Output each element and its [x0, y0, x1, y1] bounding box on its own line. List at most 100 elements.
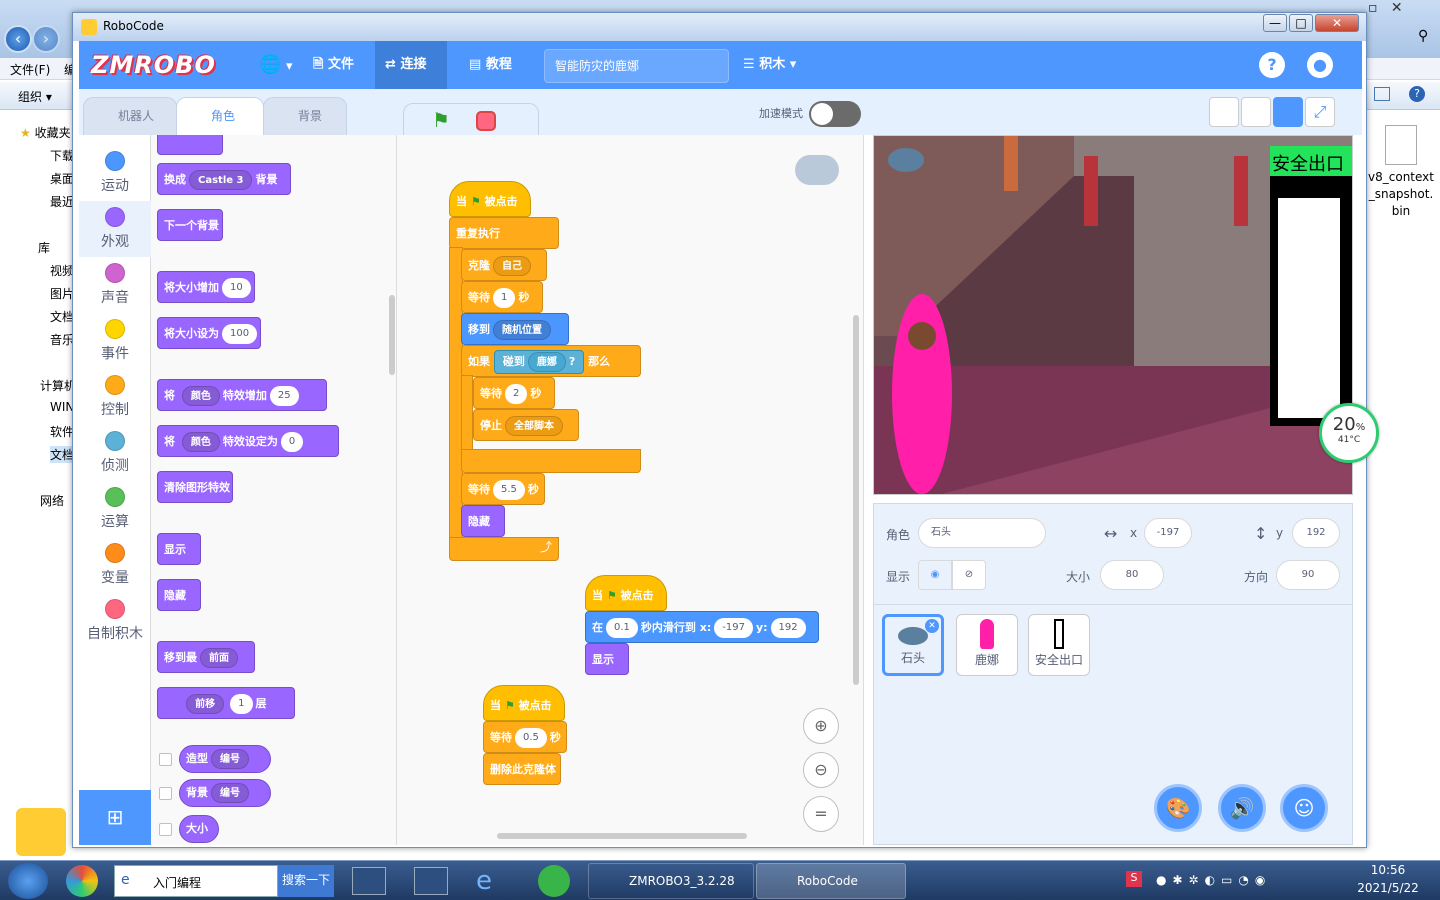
block-stop-all[interactable]: 停止 全部脚本: [473, 409, 579, 441]
paint-backdrop-icon[interactable]: 🎨: [1154, 784, 1202, 832]
nav-drive-d[interactable]: 软件: [50, 423, 74, 440]
forward-button[interactable]: ›: [32, 25, 60, 53]
add-extension-button[interactable]: ⊞: [79, 790, 151, 845]
green-flag-icon[interactable]: ⚑: [432, 108, 450, 132]
nav-network[interactable]: 网络: [40, 492, 64, 509]
show-hidden-icon[interactable]: ⊘: [952, 560, 986, 590]
costume-checkbox[interactable]: [159, 753, 172, 766]
app-launcher-icon[interactable]: [66, 865, 98, 897]
zoom-out-icon[interactable]: ⊖: [803, 752, 839, 788]
update-icon[interactable]: [538, 865, 570, 897]
reporter-size[interactable]: 大小: [179, 815, 219, 843]
nav-libraries[interactable]: 库: [38, 239, 50, 256]
organize-button[interactable]: 组织 ▾: [18, 88, 52, 105]
nav-computer[interactable]: 计算机: [40, 377, 76, 394]
small-stage-button[interactable]: [1209, 97, 1239, 127]
block-partial[interactable]: [157, 135, 223, 155]
sensing-touching[interactable]: 碰到 鹿娜?: [493, 350, 585, 374]
block-show[interactable]: 显示: [585, 643, 629, 675]
category-sensing[interactable]: 侦测: [79, 425, 151, 481]
block-go-layers[interactable]: 前移 1 层: [157, 687, 295, 719]
show-visible-icon[interactable]: ◉: [918, 560, 952, 590]
block-wait-05[interactable]: 等待 0.5 秒: [483, 721, 567, 753]
nav-documents[interactable]: 文档: [50, 308, 74, 325]
sound-icon[interactable]: 🔊: [1218, 784, 1266, 832]
block-hide[interactable]: 隐藏: [461, 505, 505, 537]
y-input[interactable]: 192: [1292, 518, 1340, 548]
block-clone[interactable]: 克隆 自己: [461, 249, 547, 281]
tab-backdrop[interactable]: 背景: [263, 97, 347, 135]
block-goto-random[interactable]: 移到 随机位置: [461, 313, 569, 345]
nav-drive-e[interactable]: 文档: [50, 446, 75, 463]
block-wait-2[interactable]: 等待 2 秒: [473, 377, 555, 409]
tab-robot[interactable]: 机器人: [83, 97, 177, 135]
clock[interactable]: 10:56 2021/5/22: [1352, 863, 1424, 895]
normal-stage-button[interactable]: [1241, 97, 1271, 127]
back-button[interactable]: ‹: [4, 25, 32, 53]
large-stage-button[interactable]: [1273, 97, 1303, 127]
block-clear-effects[interactable]: 清除图形特效: [157, 471, 233, 503]
nav-favorites[interactable]: ★ 收藏夹: [20, 124, 71, 141]
backdrop-dropdown[interactable]: Castle 3: [189, 170, 253, 190]
help-icon[interactable]: ?: [1259, 52, 1285, 78]
script-h-scrollbar[interactable]: [497, 833, 747, 839]
file-item[interactable]: v8_context _snapshot. bin: [1366, 125, 1436, 220]
category-operators[interactable]: 运算: [79, 481, 151, 537]
tab-sprite[interactable]: 角色: [176, 97, 264, 135]
block-set-effect[interactable]: 将 颜色 特效设定为 0: [157, 425, 339, 457]
search-box[interactable]: e 入门编程: [114, 865, 278, 897]
block-set-size[interactable]: 将大小设为 100: [157, 317, 261, 349]
nav-drive-c[interactable]: WIN: [50, 400, 74, 414]
search-input[interactable]: 入门编程: [153, 874, 201, 891]
file-menu[interactable]: 🗎 文件: [313, 41, 354, 89]
add-sprite-icon[interactable]: ☺: [1280, 784, 1328, 832]
taskbar-robocode[interactable]: RoboCode: [756, 863, 906, 899]
ie-icon[interactable]: e: [476, 865, 510, 897]
minimize-button[interactable]: —: [1263, 14, 1287, 32]
help-icon[interactable]: ?: [1409, 86, 1425, 102]
category-my-blocks[interactable]: 自制积木: [79, 593, 151, 649]
delete-sprite-icon[interactable]: ✕: [925, 619, 939, 633]
block-switch-backdrop[interactable]: 换成 Castle 3 背景: [157, 163, 291, 195]
reporter-costume[interactable]: 造型 编号: [179, 745, 271, 773]
script-v-scrollbar[interactable]: [853, 315, 859, 685]
category-looks[interactable]: 外观: [79, 201, 151, 257]
zoom-in-icon[interactable]: ⊕: [803, 708, 839, 744]
block-next-backdrop[interactable]: 下一个背景: [157, 209, 223, 241]
hat-green-flag[interactable]: 当 ⚑ 被点击: [449, 181, 531, 217]
block-go-to-layer[interactable]: 移到最 前面: [157, 641, 255, 673]
block-glide-to-xy[interactable]: 在 0.1 秒内滑行到 x: -197 y: 192: [585, 611, 819, 643]
block-delete-clone[interactable]: 删除此克隆体: [483, 753, 561, 785]
blocks-menu[interactable]: ☰ 积木 ▾: [743, 41, 796, 89]
sprite-name-input[interactable]: 石头: [918, 518, 1046, 548]
language-button[interactable]: 🌐 ▾: [259, 41, 292, 89]
nav-downloads[interactable]: 下载: [50, 147, 74, 164]
category-variables[interactable]: 变量: [79, 537, 151, 593]
palette-scrollbar[interactable]: [389, 295, 395, 375]
nav-music[interactable]: 音乐: [50, 331, 74, 348]
tutorial-menu[interactable]: ▤ 教程: [469, 41, 512, 89]
nav-pictures[interactable]: 图片: [50, 285, 74, 302]
taskbar-zmrobo[interactable]: ZMROBO3_3.2.28: [588, 863, 754, 899]
zoom-reset-icon[interactable]: =: [803, 796, 839, 832]
perf-gauge[interactable]: 20% 41°C: [1319, 403, 1379, 463]
category-sound[interactable]: 声音: [79, 257, 151, 313]
maximize-button[interactable]: □: [1289, 14, 1313, 32]
block-forever[interactable]: 重复执行: [449, 217, 559, 249]
category-events[interactable]: 事件: [79, 313, 151, 369]
connect-menu[interactable]: ⇄ 连接: [375, 41, 447, 89]
block-wait-1[interactable]: 等待 1 秒: [461, 281, 543, 313]
user-avatar-icon[interactable]: ●: [1307, 52, 1333, 78]
project-name-input[interactable]: 智能防灾的鹿娜: [544, 49, 729, 83]
search-icon[interactable]: ⚲: [1418, 28, 1428, 44]
category-motion[interactable]: 运动: [79, 145, 151, 201]
backdrop-checkbox[interactable]: [159, 787, 172, 800]
block-show[interactable]: 显示: [157, 533, 201, 565]
system-tray-icons[interactable]: ●✱✲◐▭◔◉: [1156, 873, 1271, 887]
explorer-window-controls[interactable]: ▫ ✕: [1368, 0, 1440, 20]
block-hide[interactable]: 隐藏: [157, 579, 201, 611]
preview-pane-icon[interactable]: [1374, 87, 1390, 101]
desktop-icon[interactable]: [352, 867, 386, 895]
direction-input[interactable]: 90: [1276, 560, 1340, 590]
block-change-effect[interactable]: 将 颜色 特效增加 25: [157, 379, 327, 411]
